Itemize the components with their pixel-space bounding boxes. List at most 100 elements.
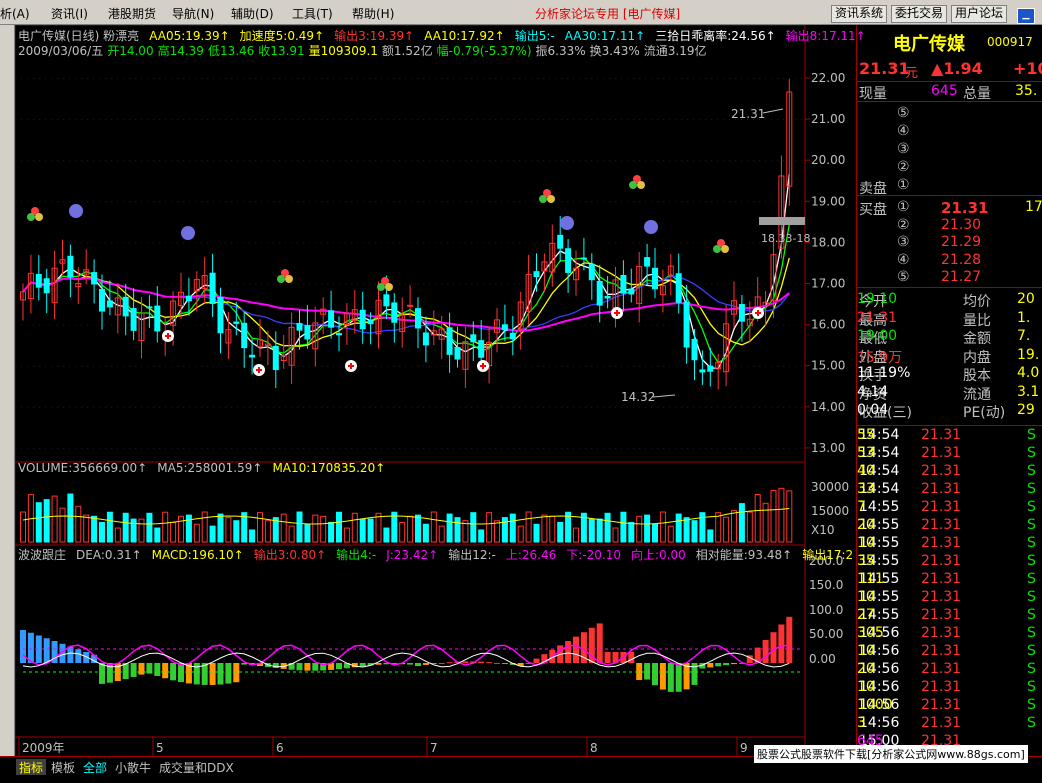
grid-dot	[153, 365, 154, 367]
grid-dot	[645, 324, 646, 326]
menu-hk-futures[interactable]: 港股期货	[108, 5, 156, 22]
grid-dot	[411, 242, 412, 244]
grid-dot	[591, 365, 592, 367]
grid-dot	[681, 160, 682, 162]
grid-dot	[573, 201, 574, 203]
grid-dot	[405, 160, 406, 162]
grid-dot	[87, 365, 88, 367]
grid-dot	[591, 406, 592, 408]
macd-bar	[304, 663, 311, 671]
chart-info-line: 2009/03/06/五 开14.00 高14.39 低13.46 收13.91 量109…	[18, 42, 711, 59]
grid-dot	[39, 119, 40, 121]
grid-dot	[687, 406, 688, 408]
grid-dot	[723, 119, 724, 121]
volume-bar	[320, 515, 327, 543]
menu-news[interactable]: 资讯(I)	[51, 5, 88, 22]
volume-bar	[731, 510, 737, 543]
grid-dot	[483, 78, 484, 79]
grid-dot	[465, 119, 466, 121]
macd-bar	[138, 663, 145, 675]
menu-analysis[interactable]: 析(A)	[0, 5, 30, 22]
tab-all[interactable]: 全部	[80, 759, 110, 775]
grid-dot	[225, 324, 226, 326]
bull-signal-icon	[547, 195, 555, 203]
grid-dot	[729, 78, 730, 79]
tab-templates[interactable]: 模板	[48, 759, 78, 775]
grid-dot	[225, 78, 226, 79]
grid-dot	[153, 201, 154, 203]
grid-dot	[99, 365, 100, 367]
volume-bar	[549, 515, 556, 543]
grid-dot	[249, 406, 250, 408]
volume-bar	[20, 511, 26, 543]
candle	[367, 320, 374, 325]
macd-bar	[667, 663, 674, 692]
grid-dot	[315, 201, 316, 203]
grid-dot	[315, 447, 316, 449]
candle	[146, 306, 153, 309]
grid-dot	[603, 406, 604, 408]
menu-navigate[interactable]: 导航(N)	[172, 5, 214, 22]
candle	[233, 321, 240, 324]
ad-banner[interactable]: 股票公式股票软件下载[分析家公式网www.88gs.com]	[754, 745, 1028, 763]
grid-dot	[471, 406, 472, 408]
tab-volume-ddx[interactable]: 成交量和DDX	[156, 759, 237, 775]
grid-dot	[717, 160, 718, 162]
grid-dot	[555, 119, 556, 121]
grid-dot	[753, 78, 754, 79]
grid-dot	[63, 160, 64, 162]
kline-chart[interactable]: 21.3114.3218.33-18 22.0021.0020.0019.001…	[15, 25, 856, 760]
grid-dot	[507, 119, 508, 121]
grid-dot	[123, 324, 124, 326]
price-label: 14.00	[811, 400, 845, 414]
tab-indicators[interactable]: 指标	[16, 759, 47, 775]
grid-dot	[237, 201, 238, 203]
grid-dot	[351, 78, 352, 79]
grid-dot	[711, 201, 712, 203]
grid-dot	[729, 283, 730, 285]
grid-dot	[651, 324, 652, 326]
grid-dot	[669, 160, 670, 162]
tick-s: S	[1027, 445, 1036, 461]
grid-dot	[21, 201, 22, 203]
grid-dot	[483, 324, 484, 326]
forum-button[interactable]: 用户论坛	[951, 5, 1008, 23]
tab-small-bull[interactable]: 小散牛	[112, 759, 154, 775]
grid-dot	[327, 160, 328, 162]
grid-dot	[135, 201, 136, 203]
grid-dot	[327, 365, 328, 367]
grid-dot	[249, 201, 250, 203]
grid-dot	[147, 119, 148, 121]
candle	[407, 304, 414, 307]
grid-dot	[459, 201, 460, 203]
volume-bar	[707, 529, 714, 543]
menu-help[interactable]: 帮助(H)	[352, 5, 394, 22]
news-system-button[interactable]: 资讯系统	[831, 5, 888, 23]
minimize-icon[interactable]: ▁	[1017, 8, 1035, 24]
grid-dot	[645, 160, 646, 162]
volume-bar	[494, 520, 500, 543]
tick-s: S	[1027, 427, 1036, 443]
candle	[588, 264, 595, 281]
grid-dot	[585, 283, 586, 285]
macd-label: 0.00	[809, 652, 836, 666]
grid-dot	[267, 406, 268, 408]
grid-dot	[219, 447, 220, 449]
grid-dot	[33, 447, 34, 449]
tick-s: S	[1027, 697, 1036, 713]
grid-dot	[39, 406, 40, 408]
grid-dot	[621, 201, 622, 203]
menu-assist[interactable]: 辅助(D)	[231, 5, 274, 22]
grid-dot	[657, 201, 658, 203]
grid-dot	[39, 201, 40, 203]
grid-dot	[267, 447, 268, 449]
grid-dot	[195, 242, 196, 244]
grid-dot	[669, 447, 670, 449]
grid-dot	[165, 78, 166, 79]
trade-button[interactable]: 委托交易	[891, 5, 948, 23]
grid-dot	[489, 324, 490, 326]
grid-dot	[21, 119, 22, 121]
macd-bar	[723, 663, 730, 666]
menu-tools[interactable]: 工具(T)	[292, 5, 333, 22]
grid-dot	[363, 119, 364, 121]
